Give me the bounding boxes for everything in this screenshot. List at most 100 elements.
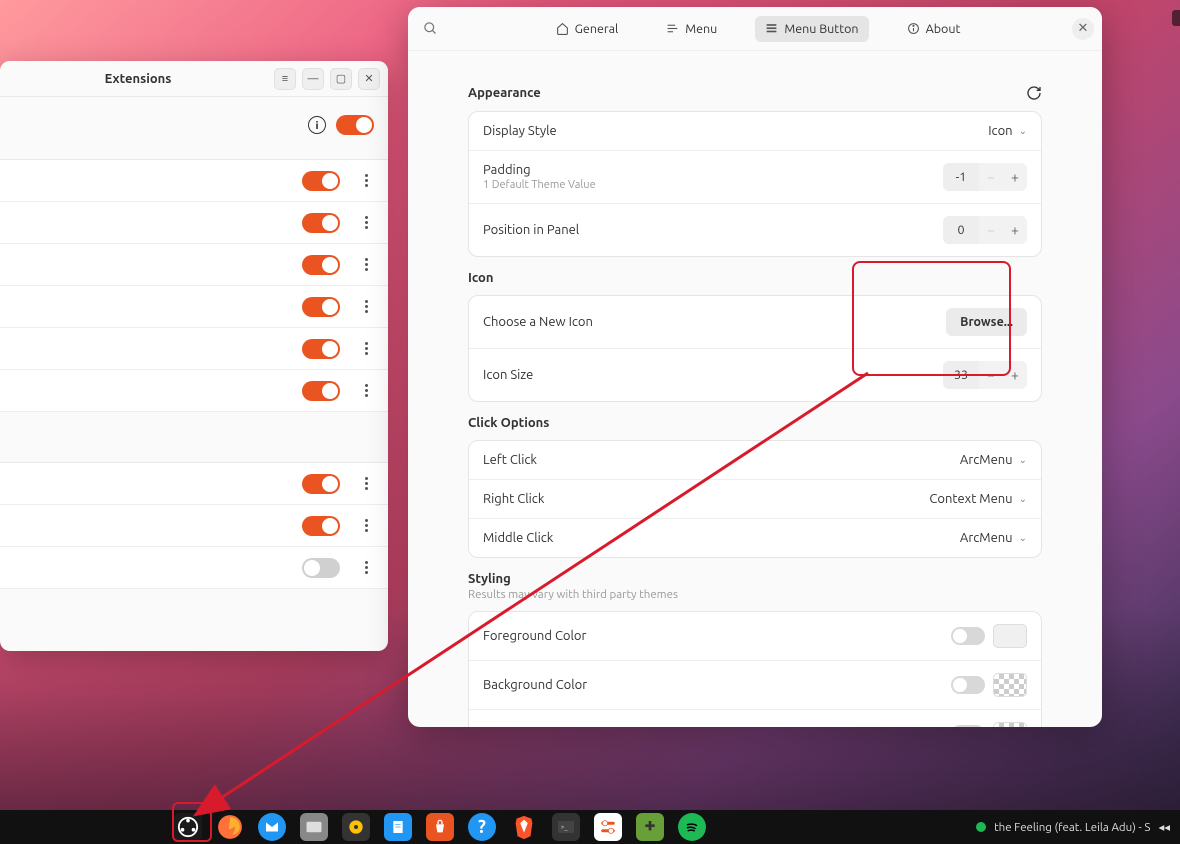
row-label: Padding (483, 163, 596, 177)
now-playing-text[interactable]: the Feeling (feat. Leila Adu) - S (994, 821, 1150, 834)
extension-toggle[interactable] (302, 516, 340, 536)
spinner-value: 0 (943, 216, 979, 244)
media-prev-icon[interactable]: ◂◂ (1158, 820, 1170, 834)
spotify-icon[interactable] (678, 813, 706, 841)
tab-bar: General Menu Menu Button About (444, 16, 1072, 42)
master-toggle[interactable] (336, 115, 374, 135)
icon-size-stepper[interactable]: 33 − + (943, 361, 1027, 389)
files-icon[interactable] (300, 813, 328, 841)
chevron-down-icon: ⌄ (1019, 454, 1027, 466)
styling-card: Foreground Color Background Color Hover … (468, 611, 1042, 727)
section-title: Appearance (468, 86, 541, 100)
kebab-menu[interactable] (354, 519, 378, 532)
svg-text:>_: >_ (561, 824, 569, 831)
rhythmbox-icon[interactable] (342, 813, 370, 841)
extension-toggle[interactable] (302, 339, 340, 359)
row-display-style: Display Style Icon ⌄ (469, 112, 1041, 151)
right-click-dropdown[interactable]: Context Menu⌄ (929, 492, 1027, 506)
extension-row (0, 160, 388, 202)
close-button[interactable]: ✕ (358, 68, 380, 90)
arcmenu-launcher-icon[interactable] (174, 813, 202, 841)
help-icon[interactable]: ? (468, 813, 496, 841)
kebab-menu[interactable] (354, 258, 378, 271)
info-icon (907, 22, 920, 35)
kebab-menu[interactable] (354, 300, 378, 313)
section-title: Styling (468, 572, 511, 586)
tab-menu[interactable]: Menu (656, 16, 727, 42)
extension-toggle[interactable] (302, 558, 340, 578)
software-center-icon[interactable] (426, 813, 454, 841)
foreground-toggle[interactable] (951, 627, 985, 645)
plus-icon[interactable]: + (1003, 216, 1027, 244)
plus-icon[interactable]: + (1003, 163, 1027, 191)
row-label: Icon Size (483, 368, 533, 382)
settings-titlebar: General Menu Menu Button About ✕ (408, 7, 1102, 51)
extension-toggle[interactable] (302, 255, 340, 275)
top-panel-fragment (1172, 10, 1180, 26)
kebab-menu[interactable] (354, 216, 378, 229)
extension-row (0, 202, 388, 244)
background-color-button[interactable] (993, 673, 1027, 697)
firefox-icon[interactable] (216, 813, 244, 841)
extension-manager-icon[interactable] (636, 813, 664, 841)
settings-body: Appearance Display Style Icon ⌄ Padding … (408, 51, 1102, 727)
dock: ? >_ (174, 813, 706, 841)
row-label: Left Click (483, 453, 537, 467)
minus-icon[interactable]: − (979, 163, 1003, 191)
section-title: Click Options (468, 416, 549, 430)
kebab-menu[interactable] (354, 384, 378, 397)
section-header-appearance: Appearance (468, 85, 1042, 101)
search-icon[interactable] (416, 15, 444, 43)
maximize-button[interactable]: ▢ (330, 68, 352, 90)
row-label: Display Style (483, 124, 557, 138)
middle-click-dropdown[interactable]: ArcMenu⌄ (960, 531, 1027, 545)
thunderbird-icon[interactable] (258, 813, 286, 841)
plus-icon[interactable]: + (1003, 361, 1027, 389)
gnome-tweaks-icon[interactable] (594, 813, 622, 841)
extension-toggle[interactable] (302, 297, 340, 317)
info-icon[interactable]: i (308, 116, 326, 134)
hover-bg-color-button[interactable] (993, 722, 1027, 727)
tab-about[interactable]: About (897, 16, 971, 42)
kebab-menu[interactable] (354, 174, 378, 187)
extension-row (0, 505, 388, 547)
display-style-dropdown[interactable]: Icon ⌄ (988, 124, 1027, 138)
row-label: Foreground Color (483, 629, 586, 643)
extension-toggle[interactable] (302, 381, 340, 401)
padding-stepper[interactable]: -1 − + (943, 163, 1027, 191)
left-click-dropdown[interactable]: ArcMenu⌄ (960, 453, 1027, 467)
text-editor-icon[interactable] (384, 813, 412, 841)
brave-icon[interactable] (510, 813, 538, 841)
close-button[interactable]: ✕ (1072, 18, 1094, 40)
kebab-menu[interactable] (354, 561, 378, 574)
extension-toggle[interactable] (302, 171, 340, 191)
minus-icon[interactable]: − (979, 216, 1003, 244)
extension-list-1 (0, 159, 388, 412)
hover-bg-toggle[interactable] (951, 725, 985, 727)
terminal-icon[interactable]: >_ (552, 813, 580, 841)
minus-icon[interactable]: − (979, 361, 1003, 389)
section-header-styling: Styling Results may vary with third part… (468, 572, 1042, 601)
browse-button[interactable]: Browse... (946, 308, 1027, 336)
extension-row (0, 370, 388, 412)
hamburger-menu-button[interactable]: ≡ (274, 68, 296, 90)
spinner-value: 33 (943, 361, 979, 389)
position-stepper[interactable]: 0 − + (943, 216, 1027, 244)
minimize-button[interactable]: — (302, 68, 324, 90)
extension-toggle[interactable] (302, 474, 340, 494)
home-icon (556, 22, 569, 35)
row-label: Choose a New Icon (483, 315, 593, 329)
row-left-click: Left Click ArcMenu⌄ (469, 441, 1041, 480)
background-toggle[interactable] (951, 676, 985, 694)
refresh-icon[interactable] (1026, 85, 1042, 101)
kebab-menu[interactable] (354, 342, 378, 355)
tab-menu-button[interactable]: Menu Button (755, 16, 868, 42)
extension-row (0, 463, 388, 505)
row-padding: Padding 1 Default Theme Value -1 − + (469, 151, 1041, 204)
tab-general[interactable]: General (546, 16, 629, 42)
chevron-down-icon: ⌄ (1019, 125, 1027, 137)
kebab-menu[interactable] (354, 477, 378, 490)
foreground-color-button[interactable] (993, 624, 1027, 648)
extension-toggle[interactable] (302, 213, 340, 233)
spotify-status-icon[interactable] (976, 822, 986, 832)
